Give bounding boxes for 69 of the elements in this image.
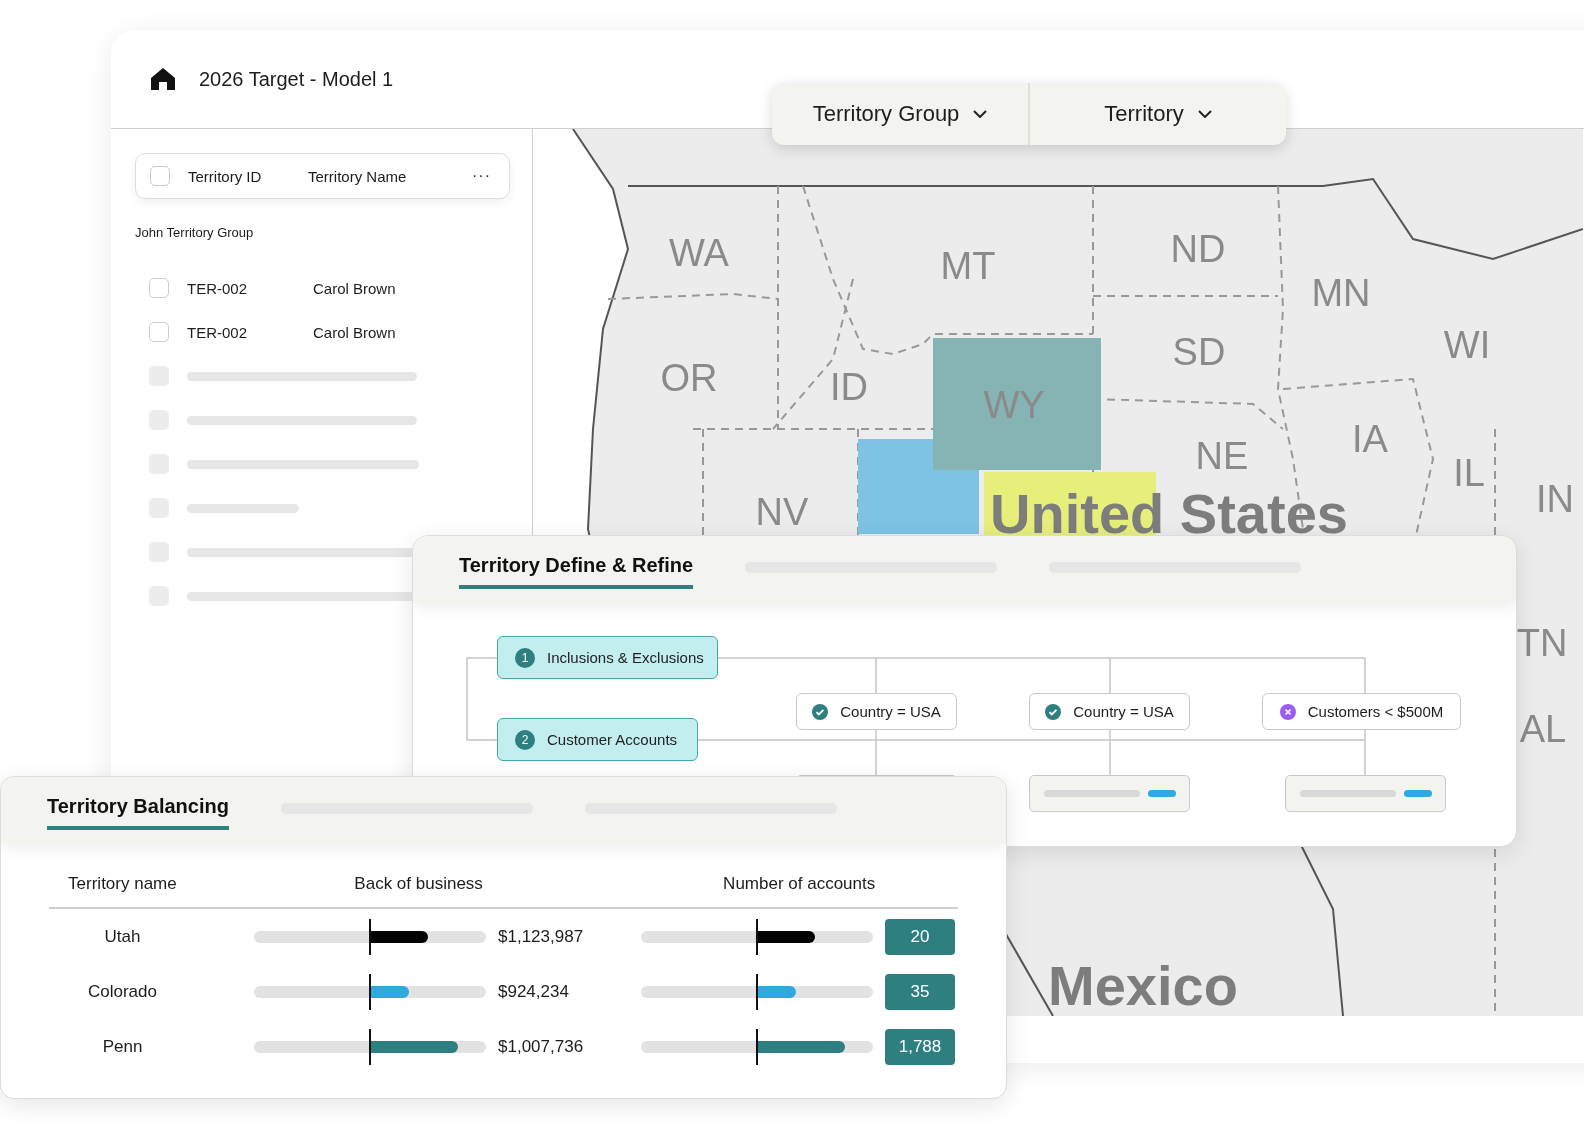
home-icon[interactable]	[151, 68, 175, 90]
condition-label: Customers < $500M	[1307, 703, 1444, 720]
caret-icon	[1197, 110, 1212, 118]
column-header: Territory name	[67, 873, 178, 894]
column-header: Back of business	[353, 873, 484, 894]
account-count: 1,788	[885, 1028, 955, 1065]
checkbox[interactable]	[149, 278, 169, 298]
step-number: 2	[515, 729, 535, 750]
map-label: WI	[1443, 323, 1491, 367]
territory-id: TER-002	[187, 279, 249, 297]
territory-id: TER-002	[187, 323, 249, 341]
center-line	[756, 918, 758, 955]
business-value: $924,234	[498, 981, 570, 1002]
territory-name: Carol Brown	[313, 323, 396, 341]
highlighted-region[interactable]	[933, 338, 1101, 470]
dropdown[interactable]: Territory Group	[772, 83, 1028, 145]
column-header: Territory ID	[188, 167, 263, 185]
condition-node[interactable]: Country = USA	[1029, 693, 1190, 730]
map-label: NE	[1195, 434, 1249, 478]
checkbox[interactable]	[149, 322, 169, 342]
account-count: 20	[885, 918, 955, 955]
tab[interactable]: Territory Define & Refine	[459, 554, 694, 589]
condition-label: Country = USA	[840, 703, 941, 720]
caret-icon	[973, 110, 988, 118]
condition-label: Country = USA	[1073, 703, 1174, 720]
window-title: 2026 Target - Model 1	[199, 67, 394, 91]
more-menu-button[interactable]: ···	[468, 167, 495, 185]
center-line	[369, 973, 371, 1010]
step-number: 1	[515, 647, 535, 668]
center-line	[369, 1028, 371, 1065]
map-label: MT	[940, 244, 996, 288]
step-node[interactable]: 1 Inclusions & Exclusions	[497, 636, 718, 679]
account-count: 35	[885, 973, 955, 1010]
map-label: ND	[1170, 227, 1226, 271]
step-label: Inclusions & Exclusions	[547, 649, 704, 666]
map-label: IL	[1453, 451, 1485, 495]
map-label: WA	[669, 231, 729, 275]
column-header: Territory Name	[308, 167, 408, 185]
map-label: SD	[1172, 330, 1226, 374]
center-line	[756, 973, 758, 1010]
condition-node[interactable]: Customers < $500M	[1262, 693, 1461, 730]
map-label: OR	[660, 356, 718, 400]
step-node[interactable]: 2 Customer Accounts	[497, 718, 698, 761]
territory-name: Colorado	[87, 981, 158, 1002]
condition-node[interactable]: Country = USA	[796, 693, 957, 730]
map-label: ID	[830, 365, 868, 409]
territory-name: Carol Brown	[313, 279, 396, 297]
column-header: Number of accounts	[722, 873, 877, 894]
map-label: IA	[1352, 417, 1388, 461]
map-label: TN	[1516, 621, 1568, 665]
map-label: Mexico	[1048, 952, 1238, 1016]
tab[interactable]: Territory Balancing	[47, 795, 229, 830]
map-label: MN	[1311, 271, 1371, 315]
business-value: $1,123,987	[498, 926, 585, 947]
group-label: John Territory Group	[135, 225, 255, 240]
territory-name: Penn	[101, 1036, 144, 1057]
check-icon	[812, 703, 829, 720]
dropdown[interactable]: Territory	[1028, 83, 1286, 145]
map-label: NV	[755, 490, 809, 534]
center-line	[369, 918, 371, 955]
business-value: $1,007,736	[498, 1036, 585, 1057]
map-label: AL	[1519, 707, 1567, 751]
step-label: Customer Accounts	[547, 731, 678, 748]
checkbox[interactable]	[150, 166, 170, 186]
center-line	[756, 1028, 758, 1065]
territory-name: Utah	[103, 926, 142, 947]
map-label: IN	[1536, 477, 1574, 521]
check-icon	[1045, 703, 1062, 720]
cross-icon	[1279, 703, 1296, 720]
